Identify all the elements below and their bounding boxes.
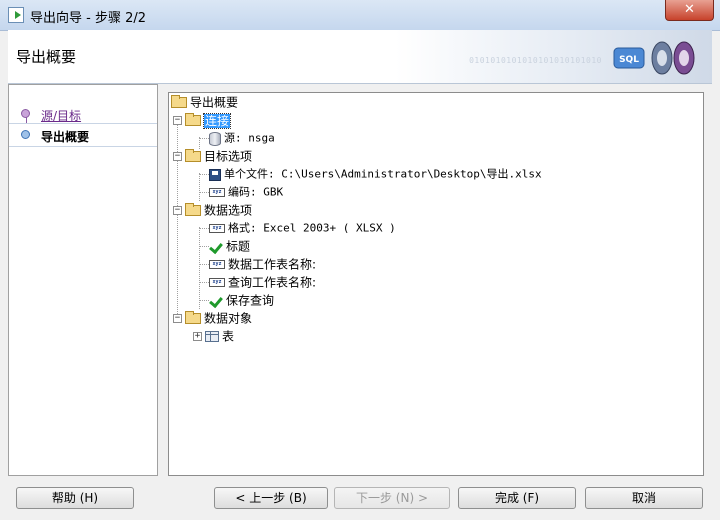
tree-root[interactable]: 导出概要 [171,93,238,111]
table-icon [205,331,219,342]
database-icon [209,131,221,146]
tree-node-label: 表 [222,329,235,344]
step-export-summary[interactable]: 导出概要 [9,123,157,147]
step-bullet-icon [21,130,30,139]
folder-open-icon [185,149,201,162]
finish-button[interactable]: 完成 (F) [458,487,576,509]
tree-node-data-options[interactable]: − 数据选项 [173,201,252,219]
page-title: 导出概要 [16,48,77,66]
step-bullet-icon [21,109,30,118]
app-icon [8,7,24,23]
logo-text: SQL [619,55,639,65]
tree-node-connection[interactable]: − 连接 [173,111,232,129]
tree-node-tables[interactable]: + 表 [193,327,234,345]
save-disk-icon [209,168,221,181]
wizard-steps-panel: 源/目标 导出概要 [8,84,158,476]
tree-node-label: 连接 [202,112,232,129]
tree-leaf-query-sheet[interactable]: xyz 查询工作表名称: [209,273,316,291]
tree-line [199,192,209,193]
tree-line [199,228,209,229]
tree-leaf-label: 源: nsga [224,131,275,145]
tree-leaf-header[interactable]: 标题 [209,237,250,255]
text-field-icon: xyz [209,224,225,233]
tree-line [199,138,209,139]
collapse-icon[interactable]: − [173,314,182,323]
tree-leaf-encoding[interactable]: xyz 编码: GBK [209,183,283,201]
tree-line [199,174,209,175]
checkmark-icon [209,241,223,253]
close-button[interactable]: ✕ [665,0,714,21]
step-label: 导出概要 [41,130,90,144]
collapse-icon[interactable]: − [173,206,182,215]
tree-node-label: 目标选项 [204,149,253,164]
tree-leaf-source[interactable]: 源: nsga [209,129,275,147]
tree-node-label: 导出概要 [190,95,239,110]
sql-export-logo-icon: SQL [613,41,695,75]
tree-line [199,264,209,265]
tree-line [199,227,200,309]
tree-leaf-data-sheet[interactable]: xyz 数据工作表名称: [209,255,316,273]
checkmark-icon [209,295,223,307]
tree-leaf-label: 数据工作表名称: [228,257,317,272]
title-bar: 导出向导 - 步骤 2/2 ✕ [0,0,720,31]
text-field-icon: xyz [209,278,225,287]
next-button[interactable]: 下一步 (N) > [334,487,450,509]
expand-icon[interactable]: + [193,332,202,341]
tree-leaf-label: 保存查询 [226,293,275,308]
tree-leaf-label: 标题 [226,239,251,254]
tree-leaf-label: 格式: Excel 2003+ ( XLSX ) [228,221,396,235]
tree-node-target[interactable]: − 目标选项 [173,147,252,165]
binary-decoration: 0101010101010101010101010 [469,56,602,65]
summary-tree: 导出概要 − 连接 源: nsga − 目标选项 单个文件: C:\Users\Ad… [168,92,704,476]
folder-open-icon [185,203,201,216]
folder-open-icon [171,95,187,108]
text-field-icon: xyz [209,260,225,269]
collapse-icon[interactable]: − [173,152,182,161]
collapse-icon[interactable]: − [173,116,182,125]
tree-node-label: 数据选项 [204,203,253,218]
tree-leaf-label: 查询工作表名称: [228,275,317,290]
prev-button[interactable]: < 上一步 (B) [214,487,328,509]
tree-line [199,282,209,283]
folder-open-icon [185,311,201,324]
cancel-button[interactable]: 取消 [585,487,703,509]
window-title: 导出向导 - 步骤 2/2 [30,11,147,26]
tree-line [199,300,209,301]
tree-leaf-label: 编码: GBK [228,185,284,199]
step-label: 源/目标 [41,109,82,123]
tree-line [199,246,209,247]
step-source-target[interactable]: 源/目标 [9,103,157,125]
tree-leaf-save-query[interactable]: 保存查询 [209,291,274,309]
tree-node-data-objects[interactable]: − 数据对象 [173,309,252,327]
folder-open-icon [185,113,201,126]
help-button[interactable]: 帮助 (H) [16,487,134,509]
header-banner: 导出概要 0101010101010101010101010 SQL [8,30,712,84]
tree-leaf-file[interactable]: 单个文件: C:\Users\Administrator\Desktop\导出.… [209,165,542,183]
tree-leaf-label: 单个文件: C:\Users\Administrator\Desktop\导出.… [224,167,542,181]
tree-node-label: 数据对象 [204,311,253,326]
text-field-icon: xyz [209,188,225,197]
tree-leaf-format[interactable]: xyz 格式: Excel 2003+ ( XLSX ) [209,219,396,237]
tree-line [199,173,200,201]
